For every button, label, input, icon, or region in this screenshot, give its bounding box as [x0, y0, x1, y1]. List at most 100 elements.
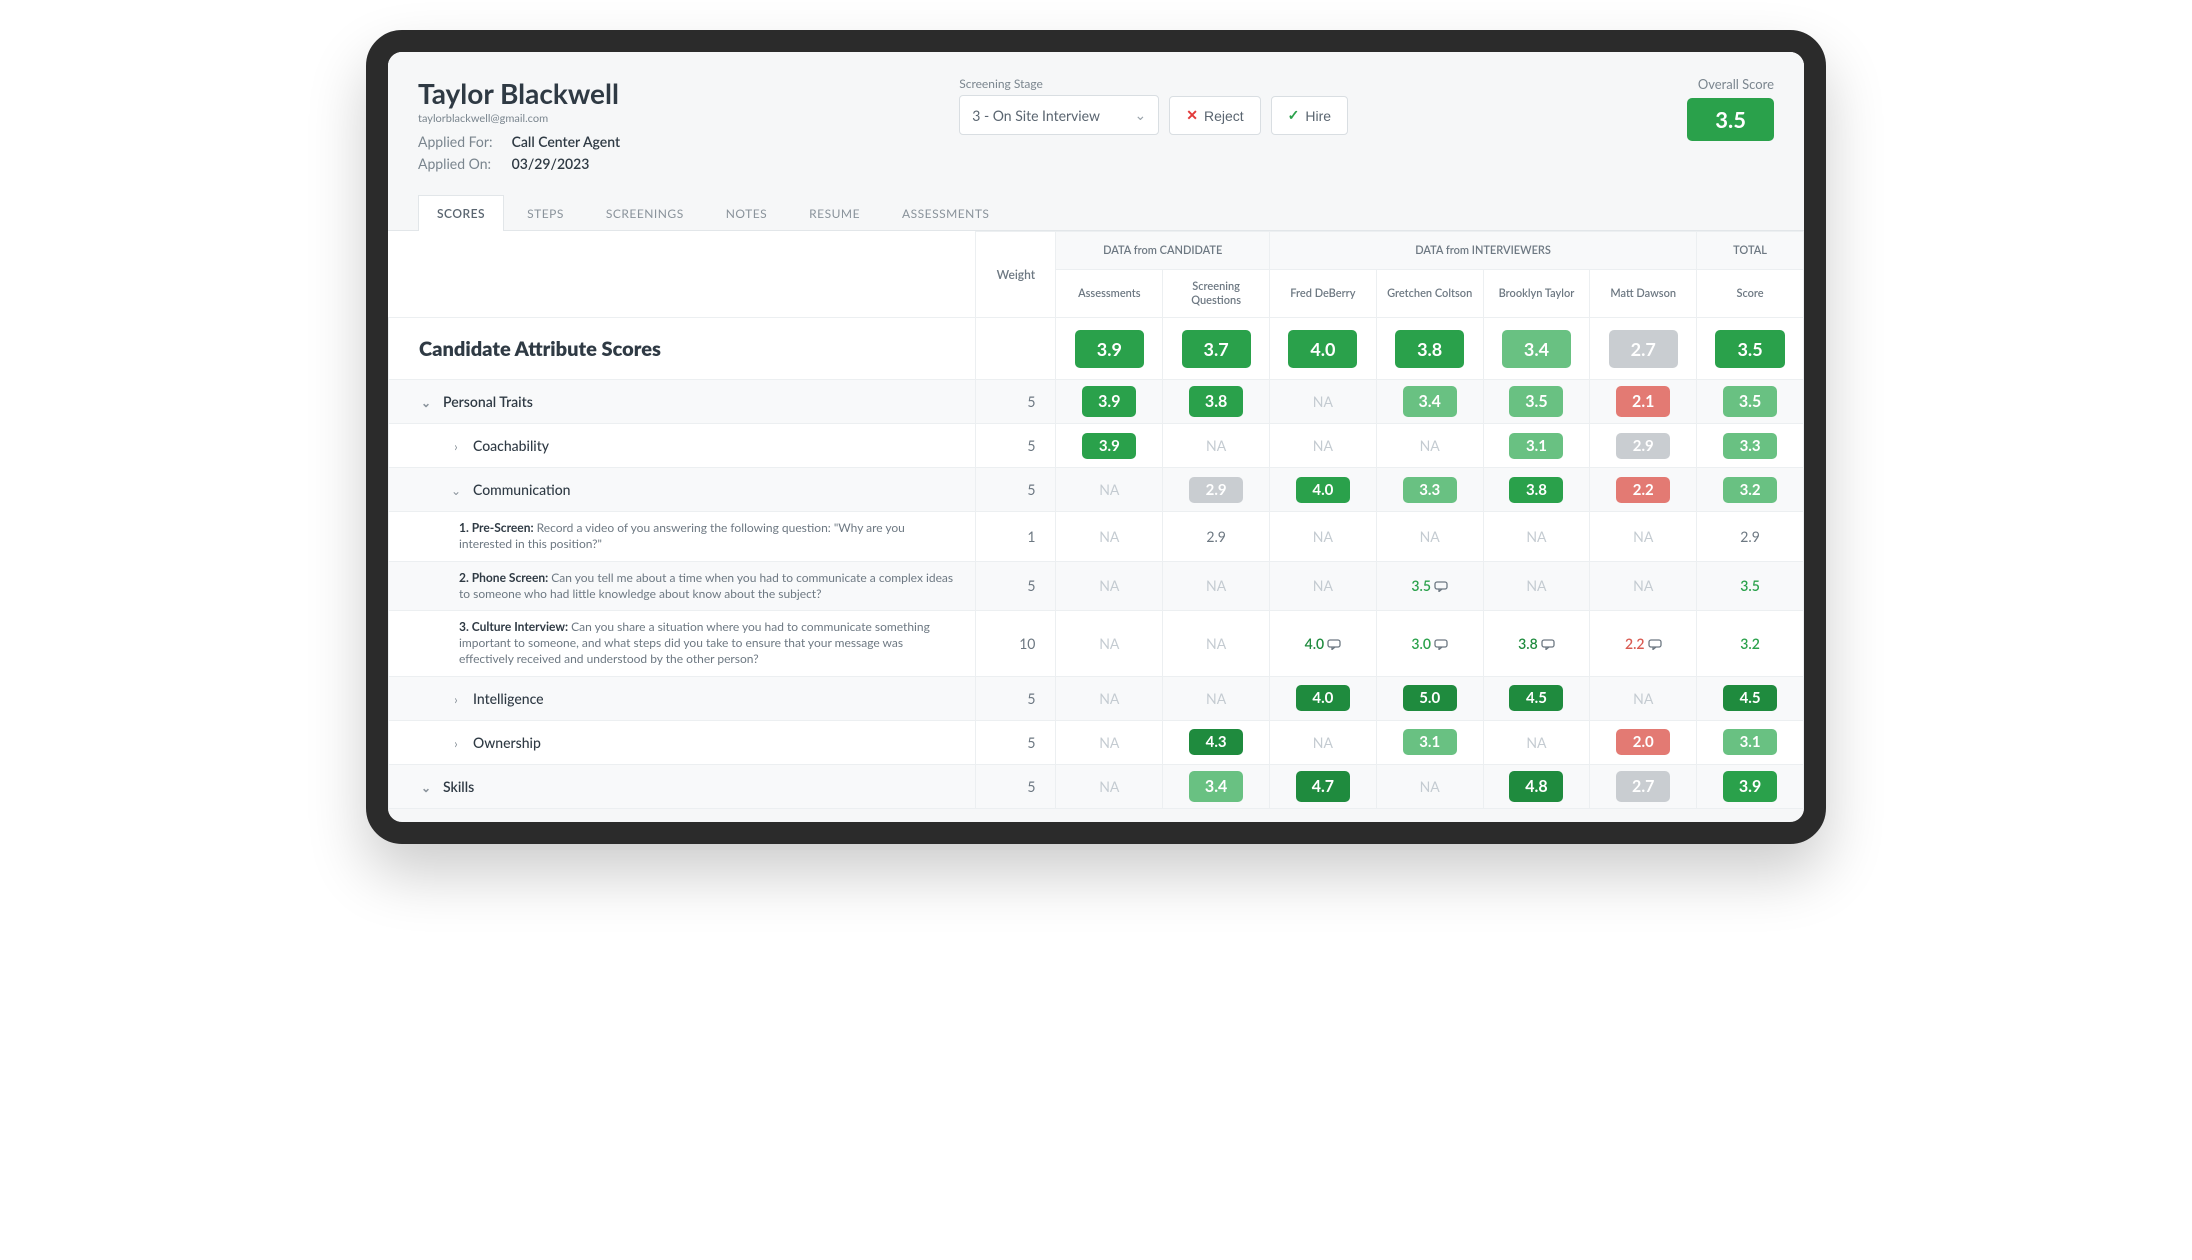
score-cell: 2.9 — [1697, 512, 1804, 561]
chevron-right-icon — [449, 439, 463, 454]
score-cell: NA — [1483, 512, 1590, 561]
section-title: Candidate Attribute Scores — [389, 318, 976, 380]
table-row: 1. Pre-Screen: Record a video of you ans… — [389, 512, 1804, 561]
score-cell: 3.0 — [1376, 611, 1483, 677]
screening-stage-selected: 3 - On Site Interview — [972, 107, 1100, 124]
row-label-text: Intelligence — [473, 690, 544, 707]
toggle-row-label[interactable]: Personal Traits — [389, 380, 976, 424]
comment-icon — [1648, 636, 1662, 647]
tab-screenings[interactable]: SCREENINGS — [587, 195, 703, 231]
weight-cell — [976, 318, 1056, 380]
score-cell: NA — [1056, 720, 1163, 764]
score-cell: 4.7 — [1270, 764, 1377, 808]
tab-resume[interactable]: RESUME — [790, 195, 879, 231]
weight-cell: 5 — [976, 561, 1056, 610]
table-row: Ownership5NA4.3NA3.1NA2.03.1 — [389, 720, 1804, 764]
score-cell: 3.8 — [1483, 468, 1590, 512]
toggle-row-label[interactable]: Intelligence — [389, 676, 976, 720]
col-group-total: TOTAL — [1697, 231, 1804, 269]
hire-button[interactable]: ✓ Hire — [1271, 96, 1348, 135]
applied-on-value: 03/29/2023 — [512, 155, 590, 172]
score-cell: 5.0 — [1376, 676, 1483, 720]
scores-tbody: Candidate Attribute Scores3.93.74.03.83.… — [389, 318, 1804, 808]
col-interviewer-0: Fred DeBerry — [1270, 269, 1377, 318]
toggle-row-label[interactable]: Coachability — [389, 424, 976, 468]
overall-score-block: Overall Score 3.5 — [1687, 76, 1774, 141]
toggle-row-label[interactable]: Skills — [389, 764, 976, 808]
score-cell: NA — [1056, 611, 1163, 677]
score-cell: 4.3 — [1163, 720, 1270, 764]
score-cell: 4.0 — [1270, 676, 1377, 720]
score-cell: 2.9 — [1163, 512, 1270, 561]
candidate-header: Taylor Blackwell taylorblackwell@gmail.c… — [388, 52, 1804, 176]
screening-stage-dropdown[interactable]: 3 - On Site Interview ⌄ — [959, 95, 1159, 135]
col-assessments: Assessments — [1056, 269, 1163, 318]
reject-button[interactable]: ✕ Reject — [1169, 96, 1260, 135]
score-cell: NA — [1270, 720, 1377, 764]
tab-scores[interactable]: SCORES — [418, 195, 504, 231]
col-blank — [389, 231, 976, 318]
table-row: Candidate Attribute Scores3.93.74.03.83.… — [389, 318, 1804, 380]
tab-assessments[interactable]: ASSESSMENTS — [883, 195, 1008, 231]
score-cell: 3.8 — [1483, 611, 1590, 677]
score-cell: NA — [1376, 764, 1483, 808]
score-cell: NA — [1163, 611, 1270, 677]
laptop-camera — [1092, 37, 1100, 45]
app-screen: Taylor Blackwell taylorblackwell@gmail.c… — [388, 52, 1804, 822]
score-cell: 3.7 — [1163, 318, 1270, 380]
weight-cell: 5 — [976, 468, 1056, 512]
table-row: Personal Traits53.93.8NA3.43.52.13.5 — [389, 380, 1804, 424]
score-cell: 3.9 — [1697, 764, 1804, 808]
score-cell: 3.5 — [1376, 561, 1483, 610]
score-cell: 2.7 — [1590, 318, 1697, 380]
col-group-interviewers: DATA from INTERVIEWERS — [1270, 231, 1697, 269]
overall-score-label: Overall Score — [1687, 76, 1774, 92]
score-cell: 2.9 — [1163, 468, 1270, 512]
candidate-meta: Applied For: Call Center Agent Applied O… — [418, 131, 620, 176]
score-cell: NA — [1270, 512, 1377, 561]
question-row-label: 1. Pre-Screen: Record a video of you ans… — [389, 512, 976, 561]
col-score: Score — [1697, 269, 1804, 318]
tabs: SCORESSTEPSSCREENINGSNOTESRESUMEASSESSME… — [388, 194, 1804, 231]
screening-stage-label: Screening Stage — [959, 76, 1348, 91]
table-row: Intelligence5NANA4.05.04.5NA4.5 — [389, 676, 1804, 720]
weight-cell: 5 — [976, 764, 1056, 808]
col-screening-questions: Screening Questions — [1163, 269, 1270, 318]
score-cell: NA — [1056, 764, 1163, 808]
score-cell: NA — [1270, 424, 1377, 468]
score-cell: 3.1 — [1697, 720, 1804, 764]
score-cell: NA — [1056, 512, 1163, 561]
tab-notes[interactable]: NOTES — [707, 195, 786, 231]
table-row: 2. Phone Screen: Can you tell me about a… — [389, 561, 1804, 610]
score-cell: 3.3 — [1376, 468, 1483, 512]
weight-cell: 5 — [976, 424, 1056, 468]
close-icon: ✕ — [1186, 107, 1198, 124]
candidate-email: taylorblackwell@gmail.com — [418, 112, 620, 125]
toggle-row-label[interactable]: Ownership — [389, 720, 976, 764]
weight-cell: 1 — [976, 512, 1056, 561]
score-cell: NA — [1056, 676, 1163, 720]
col-weight: Weight — [976, 231, 1056, 318]
score-cell: 3.3 — [1697, 424, 1804, 468]
toggle-row-label[interactable]: Communication — [389, 468, 976, 512]
score-cell: NA — [1270, 380, 1377, 424]
chevron-down-icon: ⌄ — [1135, 106, 1147, 124]
score-cell: 3.4 — [1483, 318, 1590, 380]
laptop-frame: Taylor Blackwell taylorblackwell@gmail.c… — [366, 30, 1826, 844]
score-cell: NA — [1270, 561, 1377, 610]
tab-steps[interactable]: STEPS — [508, 195, 583, 231]
score-cell: 3.9 — [1056, 380, 1163, 424]
score-cell: 2.2 — [1590, 468, 1697, 512]
chevron-down-icon — [449, 483, 463, 498]
chevron-down-icon — [419, 395, 433, 410]
score-cell: 2.1 — [1590, 380, 1697, 424]
weight-cell: 5 — [976, 720, 1056, 764]
score-cell: 4.8 — [1483, 764, 1590, 808]
table-row: Communication5NA2.94.03.33.82.23.2 — [389, 468, 1804, 512]
row-label-text: Communication — [473, 481, 571, 498]
check-icon: ✓ — [1288, 107, 1300, 124]
candidate-info: Taylor Blackwell taylorblackwell@gmail.c… — [418, 76, 620, 176]
weight-cell: 5 — [976, 676, 1056, 720]
score-cell: 3.5 — [1697, 380, 1804, 424]
score-cell: 4.5 — [1483, 676, 1590, 720]
